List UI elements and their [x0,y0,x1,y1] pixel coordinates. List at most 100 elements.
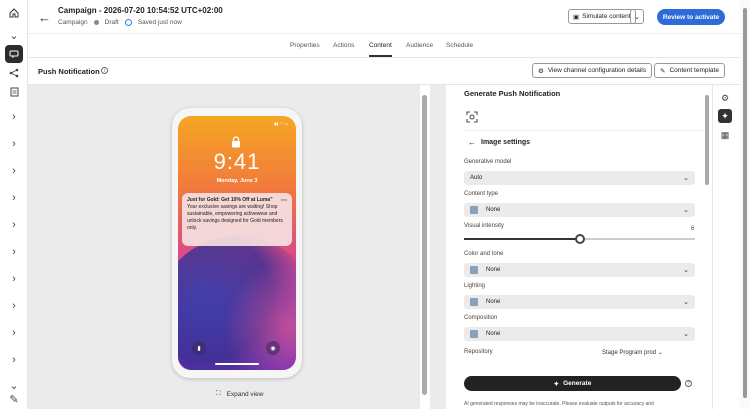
section-heading: Image settings [481,139,531,146]
assets-grid-icon[interactable]: ▦ [718,128,732,142]
chevron-right-icon[interactable]: › [5,324,23,342]
content-template-button[interactable]: ✎ Content template [654,63,725,78]
lock-date: Monday, June 3 [216,178,258,184]
tab-schedule[interactable]: Schedule [446,42,473,49]
window-scrollbar[interactable] [740,0,750,409]
composition-label: Composition [464,315,498,321]
chevron-right-icon[interactable]: › [5,270,23,288]
panel-scrollbar[interactable] [703,85,711,409]
chevron-right-icon[interactable]: › [5,351,23,369]
repository-picker[interactable]: Stage Program prod ⌄ [602,349,663,356]
select-value: Auto [470,175,483,181]
content-type-select[interactable]: None ⌄ [464,203,695,217]
slider-fill [464,238,580,240]
edit-pencil-icon[interactable]: ✎ [5,390,23,408]
disclaimer-text: AI generated responses may be inaccurate… [464,401,654,407]
campaign-icon[interactable] [5,45,23,63]
tab-properties[interactable]: Properties [290,42,320,49]
generate-button[interactable]: ✦ Generate [464,376,681,391]
generative-model-select[interactable]: Auto ⌄ [464,171,695,185]
app-window: ⌄ › › › › › › › › › › ⌄ ✎ ← Campaign - 2… [0,0,750,409]
generative-model-label: Generative model [464,159,512,165]
lock-screen: ▮▮ ◠ ▭ 9:41 Monday, June 3 Just for Gold… [178,116,296,370]
visual-intensity-slider[interactable] [464,234,695,244]
visual-intensity-value: 6 [691,226,695,232]
chevron-right-icon[interactable]: › [5,162,23,180]
lock-time: 9:41 [213,149,261,174]
settings-gear-icon[interactable]: ⚙ [718,91,732,105]
review-to-activate-button[interactable]: Review to activate [657,9,725,25]
expand-icon: ⛶ [216,390,221,397]
image-scan-icon[interactable] [466,110,478,123]
repository-label: Repository [464,349,493,355]
chevron-right-icon[interactable]: › [5,297,23,315]
select-value: None [486,207,501,213]
chevron-right-icon[interactable]: › [5,243,23,261]
view-channel-config-button[interactable]: ⚙ View channel configuration details [532,63,652,78]
back-arrow-icon[interactable]: ← [38,10,51,25]
flashlight-icon[interactable]: ▮ [192,341,206,355]
simulate-icon: ▣ [573,13,580,21]
expand-view-label: Expand view [226,390,264,398]
preview-scrollbar[interactable] [420,85,430,409]
select-value: None [486,331,501,337]
magic-wand-icon: ✦ [553,380,560,388]
scrollbar-thumb[interactable] [705,95,709,185]
visual-intensity-label: Visual intensity [464,223,504,229]
content-type-label: Content type [464,191,499,197]
chevron-down-icon: ⌄ [683,207,689,214]
ai-assistant-icon[interactable]: ✦ [718,109,732,123]
simulate-dropdown-button[interactable]: ⌄ [630,9,644,24]
journey-icon[interactable] [5,64,23,82]
divider [464,130,704,131]
chevron-right-icon[interactable]: › [5,135,23,153]
color-tone-label: Color and tone [464,251,504,257]
document-icon[interactable] [5,83,23,101]
expand-view-button[interactable]: ⛶ Expand view [216,390,263,398]
breadcrumb[interactable]: Campaign [58,19,88,26]
push-notification-card[interactable]: Just for Gold: Get 10% Off at Luma” now … [182,193,292,246]
template-icon: ✎ [660,67,666,75]
slider-handle[interactable] [574,234,585,244]
active-tab-indicator [369,55,392,57]
help-icon[interactable]: ? [685,380,692,387]
chevron-down-icon: ⌄ [634,13,640,21]
status-dot-icon [93,20,99,25]
tab-content[interactable]: Content [369,42,392,49]
chevron-right-icon[interactable]: › [5,216,23,234]
notification-body: Your exclusive savings are waiting! Shop… [187,204,283,231]
simulate-content-button[interactable]: ▣ Simulate content [568,9,636,24]
generate-label: Generate [563,380,592,387]
simulate-label: Simulate content [582,13,631,20]
composition-select[interactable]: None ⌄ [464,327,695,341]
color-tone-select[interactable]: None ⌄ [464,263,695,277]
status-bar-icons: ▮▮ ◠ ▭ [274,121,288,126]
repository-value: Stage Program prod [602,350,657,356]
thumbnail-icon [470,206,478,214]
select-value: None [486,267,501,273]
channel-config-label: View channel configuration details [547,67,646,74]
status-badge: Draft [104,19,119,26]
preview-canvas: ▮▮ ◠ ▭ 9:41 Monday, June 3 Just for Gold… [28,85,446,409]
chevron-down-icon[interactable]: ⌄ [5,26,23,44]
thumbnail-icon [470,266,478,274]
lighting-select[interactable]: None ⌄ [464,295,695,309]
scrollbar-thumb[interactable] [422,95,427,395]
back-arrow-icon[interactable]: ← [468,138,476,147]
home-indicator [215,363,259,365]
thumbnail-icon [470,298,478,306]
info-icon[interactable]: i [101,67,108,74]
section-title: Push Notification [38,67,100,76]
panel-title: Generate Push Notification [464,89,561,98]
scrollbar-thumb[interactable] [743,8,747,398]
camera-icon[interactable]: ◉ [266,341,280,355]
thumbnail-icon [470,330,478,338]
lighting-label: Lighting [464,283,486,289]
home-icon[interactable] [5,4,23,22]
tab-audience[interactable]: Audience [406,42,433,49]
notification-time: now [280,198,287,202]
chevron-right-icon[interactable]: › [5,189,23,207]
chevron-right-icon[interactable]: › [5,108,23,126]
select-value: None [486,299,501,305]
tab-actions[interactable]: Actions [333,42,354,49]
